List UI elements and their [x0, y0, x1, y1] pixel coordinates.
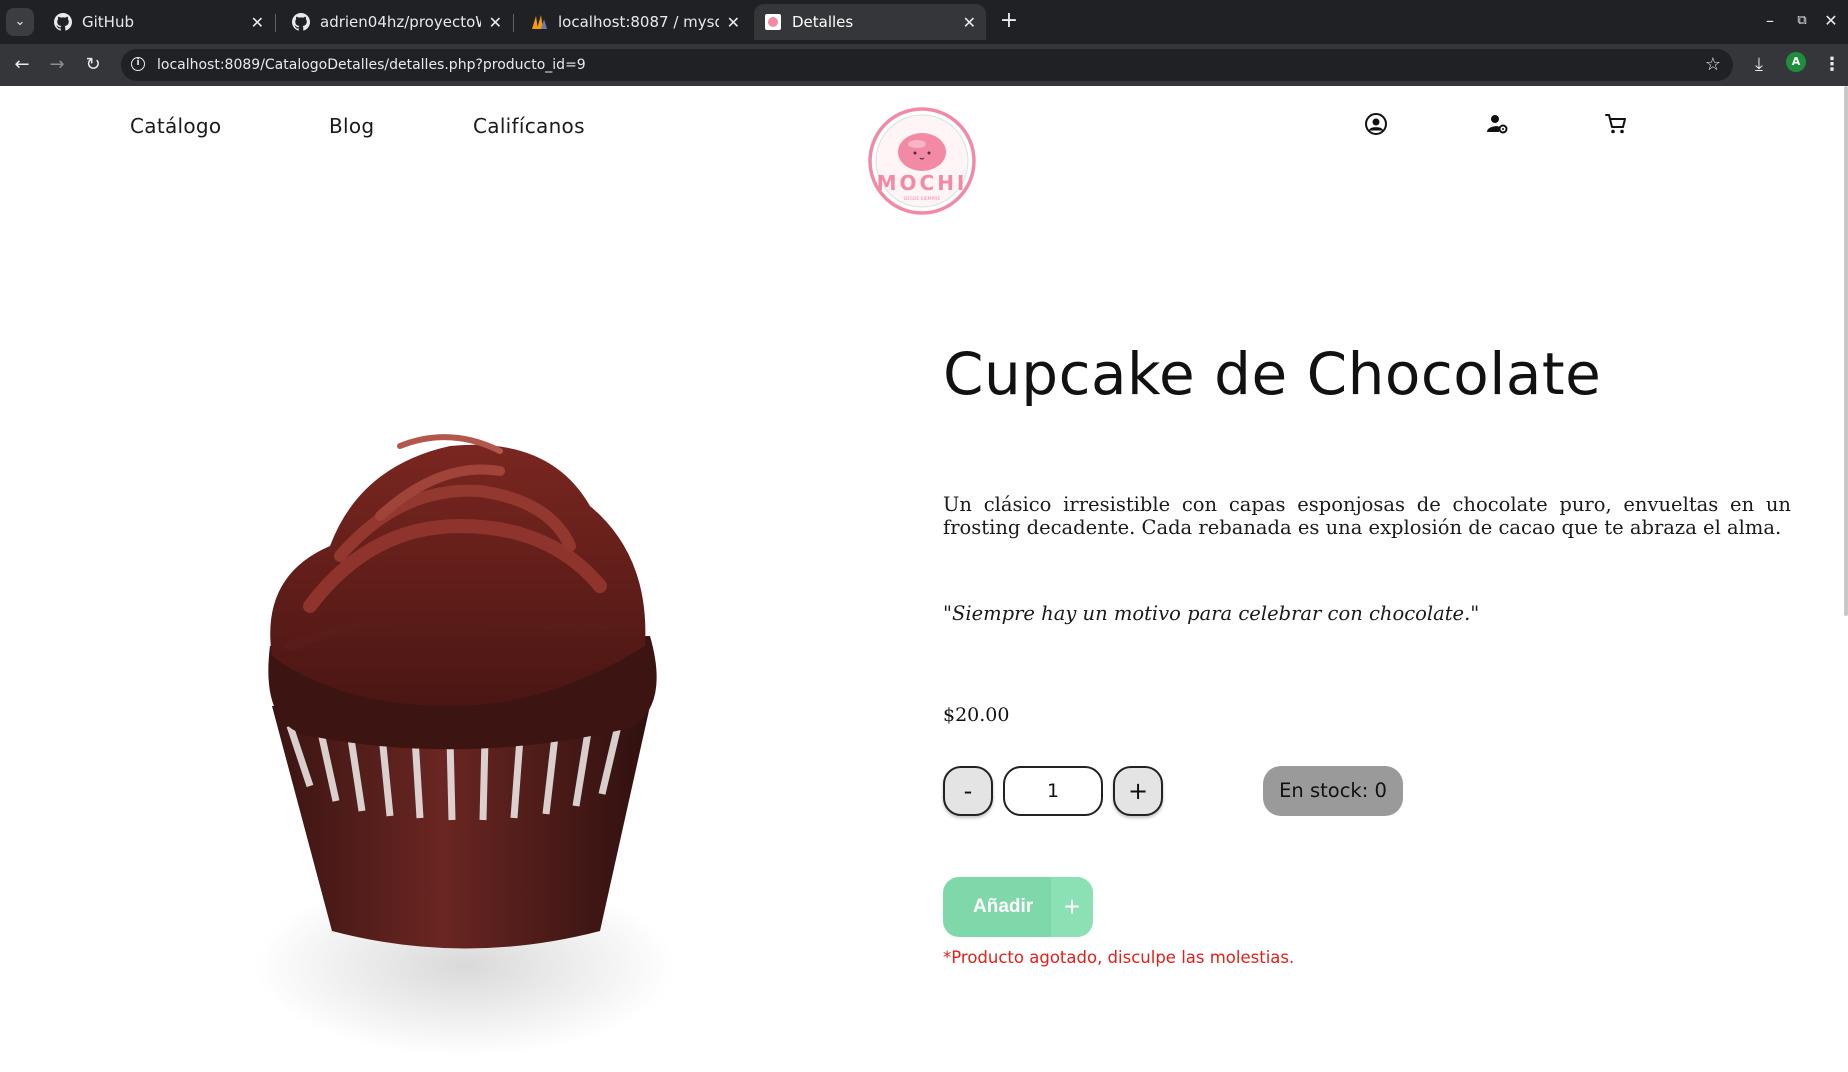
user-settings-icon[interactable]: [1485, 112, 1509, 136]
tab-separator: [513, 14, 514, 32]
profile-avatar[interactable]: A: [1786, 52, 1806, 72]
tab-title: Detalles: [792, 13, 854, 31]
product-quote: "Siempre hay un motivo para celebrar con…: [943, 602, 1480, 625]
out-of-stock-message: *Producto agotado, disculpe las molestia…: [943, 948, 1295, 967]
logo-text: MOCHI: [877, 171, 968, 195]
bookmark-star-icon[interactable]: ☆: [1705, 49, 1721, 81]
quantity-input[interactable]: [1003, 766, 1103, 816]
new-tab-button[interactable]: +: [995, 6, 1023, 36]
tab-repo[interactable]: adrien04hz/proyectoWE ✕: [282, 4, 512, 40]
tab-detalles[interactable]: Detalles ✕: [754, 4, 986, 40]
tab-phpmyadmin[interactable]: localhost:8087 / mysql / r ✕: [520, 4, 750, 40]
plus-icon: +: [1051, 877, 1093, 937]
page-scrollbar[interactable]: [1844, 86, 1848, 616]
phpmyadmin-icon: [532, 15, 547, 29]
mochi-favicon: [765, 14, 781, 30]
increase-quantity-button[interactable]: +: [1113, 766, 1163, 816]
browser-tab-bar: ⌄ GitHub ✕ adrien04hz/proyectoWE ✕ local…: [0, 0, 1848, 44]
close-tab-icon[interactable]: ✕: [727, 13, 740, 32]
tab-title: adrien04hz/proyectoWE: [320, 13, 481, 31]
download-icon[interactable]: ⤓: [1745, 51, 1773, 79]
cart-icon[interactable]: [1604, 112, 1628, 136]
tab-title: GitHub: [82, 13, 134, 31]
close-tab-icon[interactable]: ✕: [963, 13, 976, 32]
nav-link-catalogo[interactable]: Catálogo: [130, 114, 221, 138]
menu-dots-icon[interactable]: ⋮: [1818, 51, 1846, 79]
decrease-quantity-button[interactable]: -: [943, 766, 993, 816]
close-tab-icon[interactable]: ✕: [251, 13, 264, 32]
browser-toolbar: ← → ↻ i localhost:8089/CatalogoDetalles/…: [0, 44, 1848, 86]
mochi-logo[interactable]: MOCHI DESDE SIEMPRE: [867, 106, 977, 216]
forward-icon[interactable]: →: [43, 51, 71, 79]
page-content: Catálogo Blog Califícanos MOCHI DESDE SI…: [0, 86, 1848, 1056]
user-circle-icon[interactable]: [1364, 112, 1388, 136]
back-icon[interactable]: ←: [8, 51, 36, 79]
tab-separator: [275, 14, 276, 32]
site-info-icon[interactable]: i: [131, 57, 145, 71]
add-to-cart-label: Añadir: [973, 896, 1034, 917]
restore-icon[interactable]: ⧉: [1789, 6, 1815, 36]
github-icon: [54, 13, 72, 31]
add-to-cart-button[interactable]: Añadir +: [943, 877, 1093, 937]
stock-badge: En stock: 0: [1263, 766, 1403, 816]
close-tab-icon[interactable]: ✕: [489, 13, 502, 32]
nav-link-calificanos[interactable]: Califícanos: [473, 114, 585, 138]
minimize-icon[interactable]: –: [1757, 6, 1783, 36]
product-description: Un clásico irresistible con capas esponj…: [943, 493, 1791, 539]
url-text: localhost:8089/CatalogoDetalles/detalles…: [157, 57, 586, 73]
tab-title: localhost:8087 / mysql / r: [558, 13, 719, 31]
tab-github[interactable]: GitHub ✕: [44, 4, 274, 40]
address-bar[interactable]: i localhost:8089/CatalogoDetalles/detall…: [121, 49, 1733, 81]
close-window-icon[interactable]: ✕: [1818, 6, 1844, 36]
reload-icon[interactable]: ↻: [79, 51, 107, 79]
logo-subtitle: DESDE SIEMPRE: [904, 196, 941, 202]
product-image: [255, 434, 675, 1056]
product-title: Cupcake de Chocolate: [943, 340, 1602, 408]
product-price: $20.00: [943, 704, 1010, 726]
nav-link-blog[interactable]: Blog: [329, 114, 374, 138]
tab-search-button[interactable]: ⌄: [6, 8, 34, 36]
github-icon: [292, 13, 310, 31]
